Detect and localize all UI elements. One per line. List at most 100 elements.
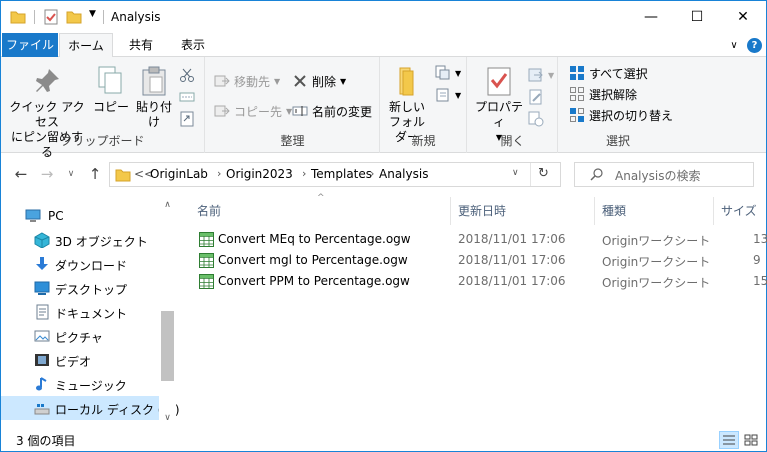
maximize-icon: ☐ xyxy=(690,9,704,25)
edit-button[interactable] xyxy=(528,87,544,107)
recent-locations-button[interactable]: ∨ xyxy=(61,164,81,184)
nav-label-3d-objects: 3D オブジェクト xyxy=(55,235,148,249)
scroll-down-icon[interactable]: ∨ xyxy=(159,410,176,427)
select-all-button[interactable]: すべて選択 xyxy=(569,63,648,83)
cut-button[interactable] xyxy=(179,65,195,85)
open-group: プロパティ ▼ ▼ 開く xyxy=(468,57,558,153)
scissors-icon xyxy=(179,67,195,83)
quick-access-dropdown-icon[interactable]: ▼ xyxy=(89,9,99,25)
delete-label: 削除 xyxy=(312,74,337,89)
new-folder-label-1: 新しい xyxy=(388,100,425,114)
scroll-up-icon[interactable]: ∧ xyxy=(159,197,176,214)
tab-home[interactable]: ホーム xyxy=(59,33,113,58)
nav-item-documents[interactable]: ドキュメント xyxy=(1,300,159,324)
chevron-right-icon[interactable]: › xyxy=(217,167,221,180)
tab-file[interactable]: ファイル xyxy=(2,33,58,57)
address-bar[interactable]: << OriginLab › Origin2023 › Templates › … xyxy=(109,162,561,187)
invert-selection-button[interactable]: 選択の切り替え xyxy=(569,105,673,125)
column-header-name[interactable]: 名前 xyxy=(197,202,221,219)
dropdown-icon: ▼ xyxy=(548,70,555,80)
clipboard-group-label: クリップボード xyxy=(60,134,145,148)
nav-item-3d-objects[interactable]: 3D オブジェクト xyxy=(1,228,159,252)
new-folder-icon xyxy=(391,65,423,97)
large-icons-view-button[interactable] xyxy=(741,431,761,449)
invert-selection-icon xyxy=(569,107,585,123)
open-button[interactable]: ▼ xyxy=(528,65,554,85)
tab-share[interactable]: 共有 xyxy=(115,33,167,57)
collapse-ribbon-icon[interactable]: ∨ xyxy=(726,37,742,53)
details-view-button[interactable] xyxy=(719,431,739,449)
close-icon: ✕ xyxy=(737,9,749,25)
back-arrow-icon: ← xyxy=(14,165,28,183)
select-none-button[interactable]: 選択解除 xyxy=(569,84,637,104)
refresh-icon[interactable]: ↻ xyxy=(538,166,549,181)
nav-item-videos[interactable]: ビデオ xyxy=(1,348,159,372)
back-button[interactable]: ← xyxy=(11,164,31,184)
forward-arrow-icon: → xyxy=(40,165,54,183)
copy-button[interactable]: コピー xyxy=(93,61,129,115)
open-icon xyxy=(528,67,544,83)
list-item[interactable]: Convert PPM to Percentage.ogw 2018/11/01… xyxy=(187,271,767,292)
nav-item-local-disk[interactable]: ローカル ディスク (C:) xyxy=(1,396,180,420)
edit-icon xyxy=(528,89,544,105)
delete-button[interactable]: 削除 ▼ xyxy=(292,71,346,91)
tab-view[interactable]: 表示 xyxy=(167,33,219,57)
new-item-button[interactable]: ▼ xyxy=(435,63,461,83)
divider xyxy=(530,163,531,186)
file-date: 2018/11/01 17:06 xyxy=(458,232,566,246)
chevron-right-icon[interactable]: › xyxy=(370,167,374,180)
explorer-window: ▼ Analysis — ☐ ✕ ファイル ホーム 共有 表示 ∨ ? クイック… xyxy=(0,0,767,452)
nav-item-desktop[interactable]: デスクトップ xyxy=(1,276,159,300)
file-date: 2018/11/01 17:06 xyxy=(458,253,566,267)
up-button[interactable]: ↑ xyxy=(85,164,105,184)
select-group-label: 選択 xyxy=(605,134,630,148)
paste-button[interactable]: 貼り付け xyxy=(131,61,177,130)
column-header-type[interactable]: 種類 xyxy=(602,202,626,219)
divider xyxy=(713,197,714,225)
paste-shortcut-button[interactable] xyxy=(179,109,195,129)
search-box[interactable]: Analysisの検索 xyxy=(574,162,754,187)
copy-path-button[interactable] xyxy=(179,87,195,107)
invert-selection-label: 選択の切り替え xyxy=(589,108,674,123)
breadcrumb-analysis[interactable]: Analysis xyxy=(379,167,428,181)
nav-label-desktop: デスクトップ xyxy=(55,283,128,297)
nav-item-pc[interactable]: PC xyxy=(1,204,159,228)
easy-access-button[interactable]: ▼ xyxy=(435,85,461,105)
address-dropdown-icon[interactable]: ∨ xyxy=(512,168,519,178)
list-item[interactable]: Convert MEq to Percentage.ogw 2018/11/01… xyxy=(187,229,767,250)
file-list: ^ 名前 更新日時 種類 サイズ Convert MEq to Percenta… xyxy=(187,193,767,427)
dropdown-icon: ▼ xyxy=(340,76,347,86)
dropdown-icon: ▼ xyxy=(455,90,462,100)
move-to-label: 移動先 xyxy=(234,74,271,89)
breadcrumb-origin2023[interactable]: Origin2023 xyxy=(226,167,293,181)
move-to-button[interactable]: 移動先 ▼ xyxy=(214,71,280,91)
forward-button[interactable]: → xyxy=(37,164,57,184)
column-header-date[interactable]: 更新日時 xyxy=(458,202,506,219)
open-group-label: 開く xyxy=(500,134,525,148)
nav-item-downloads[interactable]: ダウンロード xyxy=(1,252,159,276)
history-button[interactable] xyxy=(528,109,544,129)
minimize-button[interactable]: — xyxy=(628,1,674,33)
chevron-right-icon[interactable]: › xyxy=(302,167,306,180)
column-header-size[interactable]: サイズ xyxy=(721,202,757,219)
search-placeholder: Analysisの検索 xyxy=(615,169,701,183)
ribbon-tabs: ファイル ホーム 共有 表示 ∨ ? xyxy=(1,33,766,58)
help-icon[interactable]: ? xyxy=(747,38,762,53)
maximize-button[interactable]: ☐ xyxy=(674,1,720,33)
scroll-thumb[interactable] xyxy=(161,311,174,381)
nav-item-pictures[interactable]: ピクチャ xyxy=(1,324,159,348)
worksheet-file-icon xyxy=(199,232,214,247)
rename-button[interactable]: 名前の変更 xyxy=(292,101,372,121)
breadcrumb-templates[interactable]: Templates xyxy=(311,167,372,181)
nav-item-music[interactable]: ミュージック xyxy=(1,372,159,396)
nav-scrollbar[interactable]: ∧ ∨ xyxy=(159,197,176,427)
close-button[interactable]: ✕ xyxy=(720,1,766,33)
copy-to-button[interactable]: コピー先 ▼ xyxy=(214,101,292,121)
organize-group: 移動先 ▼ 削除 ▼ コピー先 ▼ 名前の変更 整理 xyxy=(206,57,380,153)
list-item[interactable]: Convert mgl to Percentage.ogw 2018/11/01… xyxy=(187,250,767,271)
new-folder-quick-icon[interactable] xyxy=(66,9,82,25)
breadcrumb-originlab[interactable]: OriginLab xyxy=(150,167,208,181)
properties-check-icon[interactable] xyxy=(43,9,59,25)
organize-group-label: 整理 xyxy=(280,134,305,148)
navigation-pane: PC 3D オブジェクト ダウンロード デスクトップ ドキュメント ピクチャ ビ… xyxy=(1,197,180,427)
